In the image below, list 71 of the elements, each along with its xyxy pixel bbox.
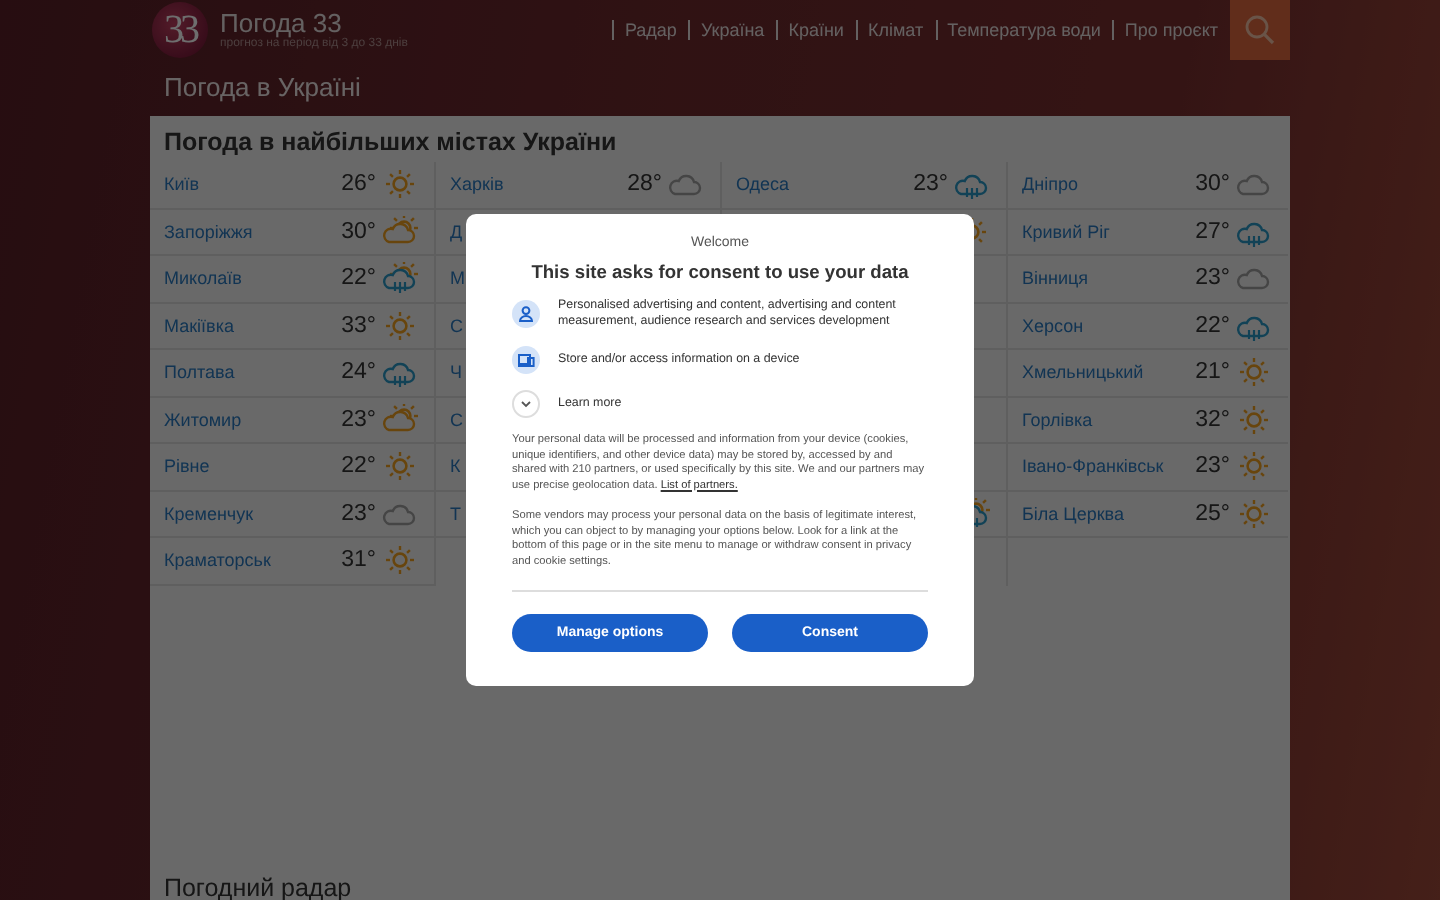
city-link[interactable]: Івано-Франківськ [1022,456,1164,477]
city-link[interactable]: Ч [450,362,462,383]
sun-icon [382,450,418,483]
temperature: 30° [1195,172,1230,197]
temperature: 23° [1195,454,1230,479]
dialog-title: This site asks for consent to use your data [529,262,911,282]
city-link[interactable]: С [450,409,463,430]
temperature: 22° [341,454,376,479]
temperature: 30° [341,219,376,244]
sun-icon [1236,497,1272,530]
city-link[interactable]: Одеса [736,174,790,195]
city-link[interactable]: Краматорськ [164,550,271,571]
page-title: Погода в Україні [164,72,363,104]
nav-link[interactable]: Країни [776,20,844,40]
temperature: 25° [1195,501,1230,526]
logo[interactable]: 33 [152,2,208,58]
devices-icon [512,346,540,374]
city-link[interactable]: Рівне [164,456,210,477]
city-link[interactable]: Горлівка [1022,409,1093,430]
city-link[interactable]: Хмельницький [1022,362,1144,383]
city-link[interactable]: Херсон [1022,315,1084,336]
sun-cloud-icon [382,215,418,248]
temperature: 22° [341,266,376,291]
sun-icon [382,168,418,201]
temperature: 23° [913,172,948,197]
city-link[interactable]: Вінниця [1022,268,1088,289]
sun-icon [382,544,418,577]
temperature: 23° [341,501,376,526]
sun-icon [382,309,418,342]
city-link[interactable]: К [450,456,461,477]
section-title: Погода в найбільших містах України [164,128,619,158]
temperature: 22° [1195,313,1230,338]
city-link[interactable]: Біла Церква [1022,503,1124,524]
temperature: 23° [1195,266,1230,291]
temperature: 33° [341,313,376,338]
sun-icon [1236,403,1272,436]
chevron-button[interactable] [512,390,540,418]
search-icon [1244,14,1276,46]
sun-icon [1236,356,1272,389]
nav-link[interactable]: Про проєкт [1112,20,1218,40]
temperature: 21° [1195,360,1230,385]
temperature: 31° [341,548,376,573]
sun-icon [1236,450,1272,483]
site-title[interactable]: Погода 33 [220,9,408,37]
temperature: 23° [341,407,376,432]
nav-link[interactable]: Температура води [935,20,1101,40]
city-link[interactable]: Кременчук [164,503,254,524]
city-link[interactable]: Макіївка [164,315,234,336]
city-link[interactable]: Миколаїв [164,268,242,289]
city-link[interactable]: Київ [164,174,200,195]
nav-link[interactable]: Україна [688,20,765,40]
temperature: 27° [1195,219,1230,244]
temperature: 26° [341,172,376,197]
sun-rain-cloud-icon [382,262,418,295]
city-link[interactable]: Дніпро [1022,174,1078,195]
city-link[interactable]: Кривий Ріг [1022,221,1110,242]
city-link[interactable]: Харків [450,174,504,195]
city-link[interactable]: Полтава [164,362,235,383]
sun-cloud-icon [382,403,418,436]
nav-link[interactable]: Радар [612,20,677,40]
city-link[interactable]: Запоріжжя [164,221,253,242]
city-link[interactable]: М [450,268,465,289]
city-link[interactable]: Д [450,221,463,242]
nav-link[interactable]: Клімат [855,20,924,40]
city-link[interactable]: С [450,315,463,336]
person-icon [512,300,540,328]
temperature: 28° [627,172,662,197]
temperature: 32° [1195,407,1230,432]
city-link[interactable]: Т [450,503,461,524]
temperature: 24° [341,360,376,385]
city-link[interactable]: Житомир [164,409,242,430]
